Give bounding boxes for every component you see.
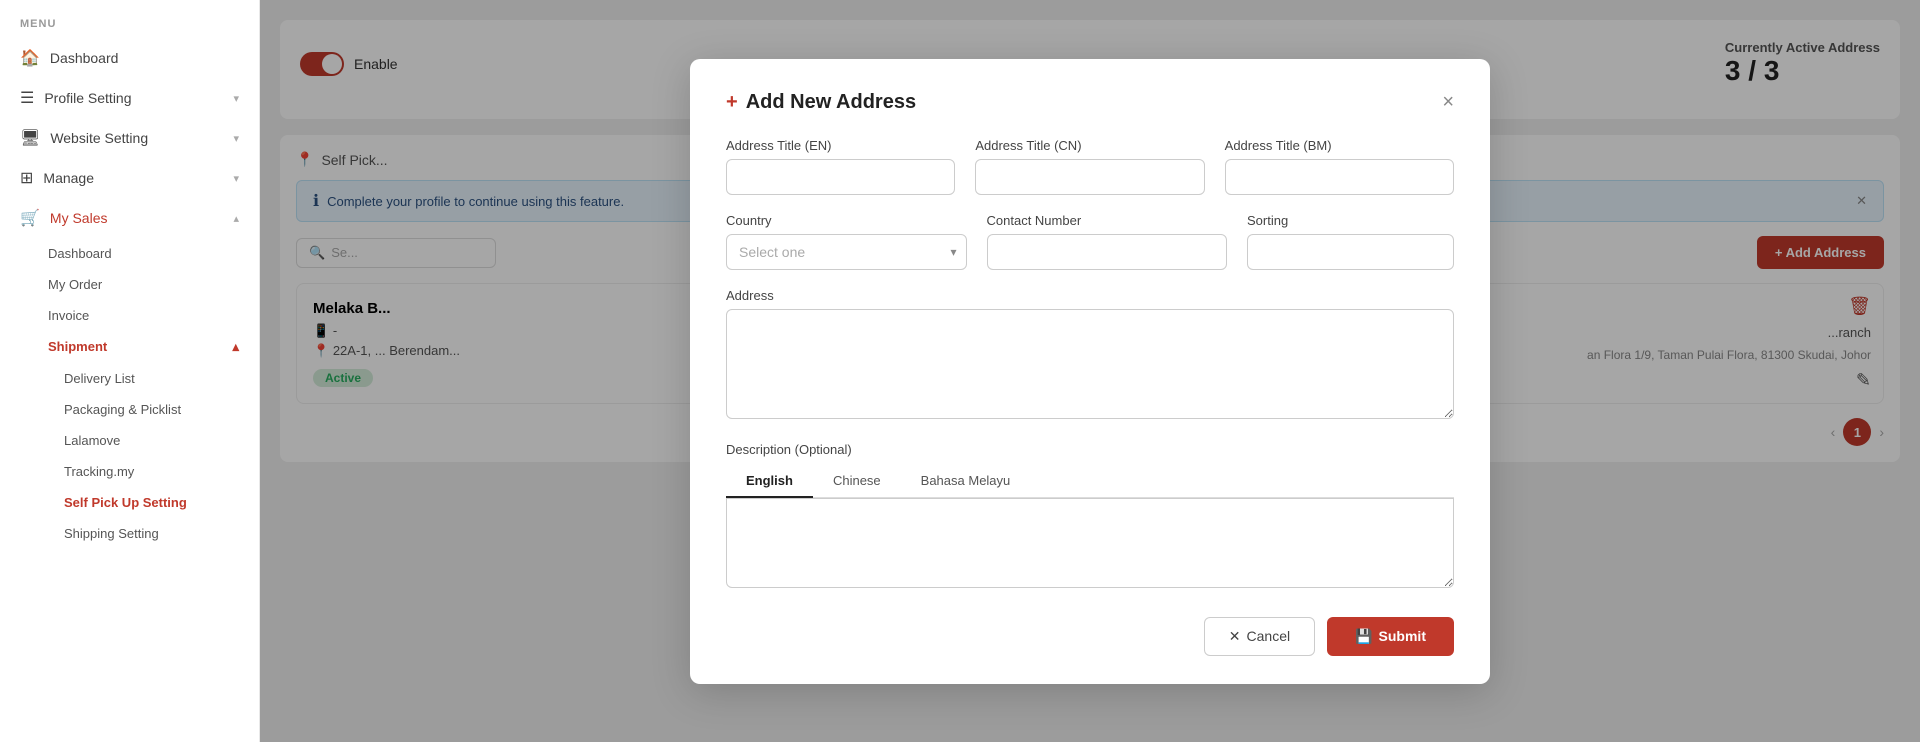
description-textarea[interactable] [726,498,1454,588]
tab-bahasa-melayu[interactable]: Bahasa Melayu [901,465,1031,498]
main-content: Enable Currently Active Address 3 / 3 📍 … [260,0,1920,742]
sorting-group: Sorting [1247,213,1454,270]
home-icon: 🏠 [20,48,40,68]
sidebar-sub-item-label: Self Pick Up Setting [64,495,187,510]
address-group: Address [726,288,1454,424]
modal-header: + Add New Address × [726,91,1454,114]
sidebar-sub-item-my-order[interactable]: My Order [0,269,259,300]
modal-backdrop: + Add New Address × Address Title (EN) A… [260,0,1920,742]
address-title-bm-input[interactable] [1225,159,1454,195]
sidebar-sub-item-label: Invoice [48,308,89,323]
chevron-down-icon: ▾ [233,92,239,105]
address-title-cn-group: Address Title (CN) [975,138,1204,195]
sidebar-item-label: Manage [43,170,94,186]
description-label: Description (Optional) [726,442,1454,457]
address-textarea[interactable] [726,309,1454,419]
sidebar-sub-item-self-pick-up-setting[interactable]: Self Pick Up Setting [0,487,259,518]
x-icon: ✕ [1229,628,1241,645]
sidebar-item-label: Website Setting [50,130,148,146]
tab-english[interactable]: English [726,465,813,498]
sidebar-sub-item-tracking-my[interactable]: Tracking.my [0,456,259,487]
list-icon: ☰ [20,88,34,108]
sidebar-item-label: My Sales [50,210,108,226]
sidebar-sub-item-label: My Order [48,277,102,292]
language-tabs: English Chinese Bahasa Melayu [726,465,1454,498]
country-group: Country Select one ▾ [726,213,967,270]
country-contact-sorting-row: Country Select one ▾ Contact Number Sort… [726,213,1454,270]
sidebar-sub-item-label: Tracking.my [64,464,134,479]
address-titles-row: Address Title (EN) Address Title (CN) Ad… [726,138,1454,195]
sidebar-sub-item-label: Dashboard [48,246,112,261]
sidebar-sub-item-label: Shipment [48,339,107,354]
address-title-bm-label: Address Title (BM) [1225,138,1454,153]
country-select[interactable]: Select one [726,234,967,270]
modal-title: + Add New Address [726,91,916,114]
chevron-up-icon: ▴ [233,212,239,225]
contact-number-label: Contact Number [987,213,1228,228]
sidebar-sub-item-invoice[interactable]: Invoice [0,300,259,331]
chevron-up-icon: ▴ [232,339,239,355]
grid-icon: ⊞ [20,168,33,188]
sidebar-sub-item-label: Packaging & Picklist [64,402,181,417]
sidebar-item-website-setting[interactable]: 🖥 Website Setting ▾ [0,118,259,158]
address-title-cn-label: Address Title (CN) [975,138,1204,153]
sidebar-item-profile-setting[interactable]: ☰ Profile Setting ▾ [0,78,259,118]
address-title-en-group: Address Title (EN) [726,138,955,195]
sidebar-item-label: Dashboard [50,50,119,66]
address-title-en-input[interactable] [726,159,955,195]
cancel-button[interactable]: ✕ Cancel [1204,617,1315,656]
modal-footer: ✕ Cancel 💾 Submit [726,617,1454,656]
sidebar-sub-item-delivery-list[interactable]: Delivery List [0,363,259,394]
sidebar-sub-item-packaging-picklist[interactable]: Packaging & Picklist [0,394,259,425]
sidebar-sub-item-shipping-setting[interactable]: Shipping Setting [0,518,259,549]
sorting-input[interactable] [1247,234,1454,270]
add-new-address-modal: + Add New Address × Address Title (EN) A… [690,59,1490,684]
contact-number-input[interactable] [987,234,1228,270]
address-label: Address [726,288,1454,303]
sidebar: MENU 🏠 Dashboard ☰ Profile Setting ▾ 🖥 W… [0,0,260,742]
sorting-label: Sorting [1247,213,1454,228]
sidebar-sub-item-label: Lalamove [64,433,120,448]
sidebar-sub-item-label: Delivery List [64,371,135,386]
description-group: Description (Optional) English Chinese B… [726,442,1454,593]
monitor-icon: 🖥 [20,128,40,148]
address-title-en-label: Address Title (EN) [726,138,955,153]
menu-label: MENU [0,0,259,38]
plus-icon: + [726,91,738,114]
address-title-bm-group: Address Title (BM) [1225,138,1454,195]
country-select-wrap: Select one ▾ [726,234,967,270]
sidebar-sub-item-dashboard[interactable]: Dashboard [0,238,259,269]
chevron-down-icon: ▾ [233,132,239,145]
save-icon: 💾 [1355,628,1372,645]
submit-button[interactable]: 💾 Submit [1327,617,1454,656]
sidebar-item-dashboard[interactable]: 🏠 Dashboard [0,38,259,78]
chevron-down-icon: ▾ [233,172,239,185]
sidebar-sub-item-label: Shipping Setting [64,526,159,541]
modal-close-button[interactable]: × [1442,92,1454,112]
contact-number-group: Contact Number [987,213,1228,270]
tab-chinese[interactable]: Chinese [813,465,901,498]
sidebar-item-manage[interactable]: ⊞ Manage ▾ [0,158,259,198]
sidebar-sub-item-lalamove[interactable]: Lalamove [0,425,259,456]
cart-icon: 🛒 [20,208,40,228]
sidebar-item-my-sales[interactable]: 🛒 My Sales ▴ [0,198,259,238]
address-title-cn-input[interactable] [975,159,1204,195]
country-label: Country [726,213,967,228]
sidebar-sub-item-shipment[interactable]: Shipment ▴ [0,331,259,363]
sidebar-item-label: Profile Setting [44,90,131,106]
